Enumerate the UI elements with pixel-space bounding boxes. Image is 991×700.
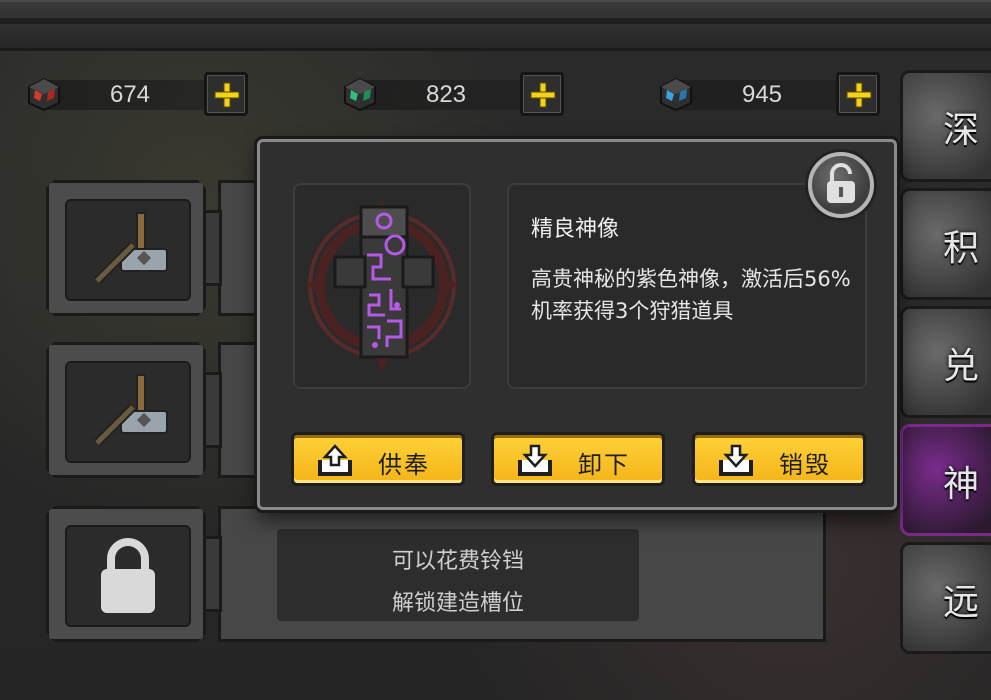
plus-icon <box>214 82 240 108</box>
build-slot-1-icon-frame <box>46 180 206 316</box>
hammer-icon <box>93 212 168 285</box>
side-tab-2-label: 积 <box>943 228 980 269</box>
hammer-icon <box>93 374 168 447</box>
add-green-resource-button[interactable] <box>520 72 564 116</box>
destroy-button[interactable]: 销毁 <box>692 432 866 486</box>
item-detail-popup: 精良神像 高贵神秘的紫色神像，激活后56%机率获得3个狩猎道具 供奉 卸下 销毁 <box>257 139 897 510</box>
locked-slot-message-box: 可以花费铃铛 解锁建造槽位 <box>277 529 639 621</box>
item-name: 精良神像 <box>531 217 620 242</box>
purple-totem-icon <box>305 199 459 371</box>
add-red-resource-button[interactable] <box>204 72 248 116</box>
build-slot-locked[interactable]: 可以花费铃铛 解锁建造槽位 <box>46 506 826 642</box>
destroy-button-label: 销毁 <box>779 451 831 479</box>
upload-icon <box>318 444 352 476</box>
resource-green-value: 823 <box>425 81 467 108</box>
side-tab-5-label: 远 <box>943 582 980 623</box>
build-slot-2-icon-frame <box>46 342 206 478</box>
resource-red-value: 674 <box>109 81 151 108</box>
build-slot-locked-body: 可以花费铃铛 解锁建造槽位 <box>218 506 826 642</box>
item-icon-box <box>293 183 471 389</box>
download-icon <box>518 444 552 476</box>
padlock-icon <box>101 538 155 613</box>
top-bar-strip <box>0 18 991 24</box>
side-tab-4-active[interactable]: 神 <box>900 424 991 536</box>
unequip-button[interactable]: 卸下 <box>491 432 665 486</box>
build-slot-locked-icon-frame <box>46 506 206 642</box>
blue-gem-icon <box>660 77 692 112</box>
build-slot-2-icon-well <box>65 361 191 463</box>
locked-slot-text-line1: 可以花费铃铛 <box>391 549 524 574</box>
unequip-button-label: 卸下 <box>578 451 630 479</box>
side-tab-4-label: 神 <box>943 464 980 505</box>
side-tab-2[interactable]: 积 <box>900 188 991 300</box>
lock-toggle-button[interactable] <box>808 152 874 218</box>
side-tab-1[interactable]: 深 <box>900 70 991 182</box>
offer-button[interactable]: 供奉 <box>291 432 465 486</box>
item-description: 高贵神秘的紫色神像，激活后56%机率获得3个狩猎道具 <box>531 267 851 323</box>
offer-button-label: 供奉 <box>378 451 430 479</box>
red-gem-icon <box>28 77 60 112</box>
download-icon <box>719 444 753 476</box>
top-bar <box>0 0 991 51</box>
side-tab-3[interactable]: 兑 <box>900 306 991 418</box>
resource-blue-value: 945 <box>741 81 783 108</box>
plus-icon <box>846 82 872 108</box>
add-blue-resource-button[interactable] <box>836 72 880 116</box>
locked-slot-text-line2: 解锁建造槽位 <box>391 591 524 616</box>
green-gem-icon <box>344 77 376 112</box>
plus-icon <box>530 82 556 108</box>
side-tab-3-label: 兑 <box>943 346 980 387</box>
unlocked-padlock-icon <box>827 163 855 203</box>
build-slot-locked-icon-well <box>65 525 191 627</box>
build-slot-1-icon-well <box>65 199 191 301</box>
side-tab-5[interactable]: 远 <box>900 542 991 654</box>
side-tab-1-label: 深 <box>943 110 980 151</box>
